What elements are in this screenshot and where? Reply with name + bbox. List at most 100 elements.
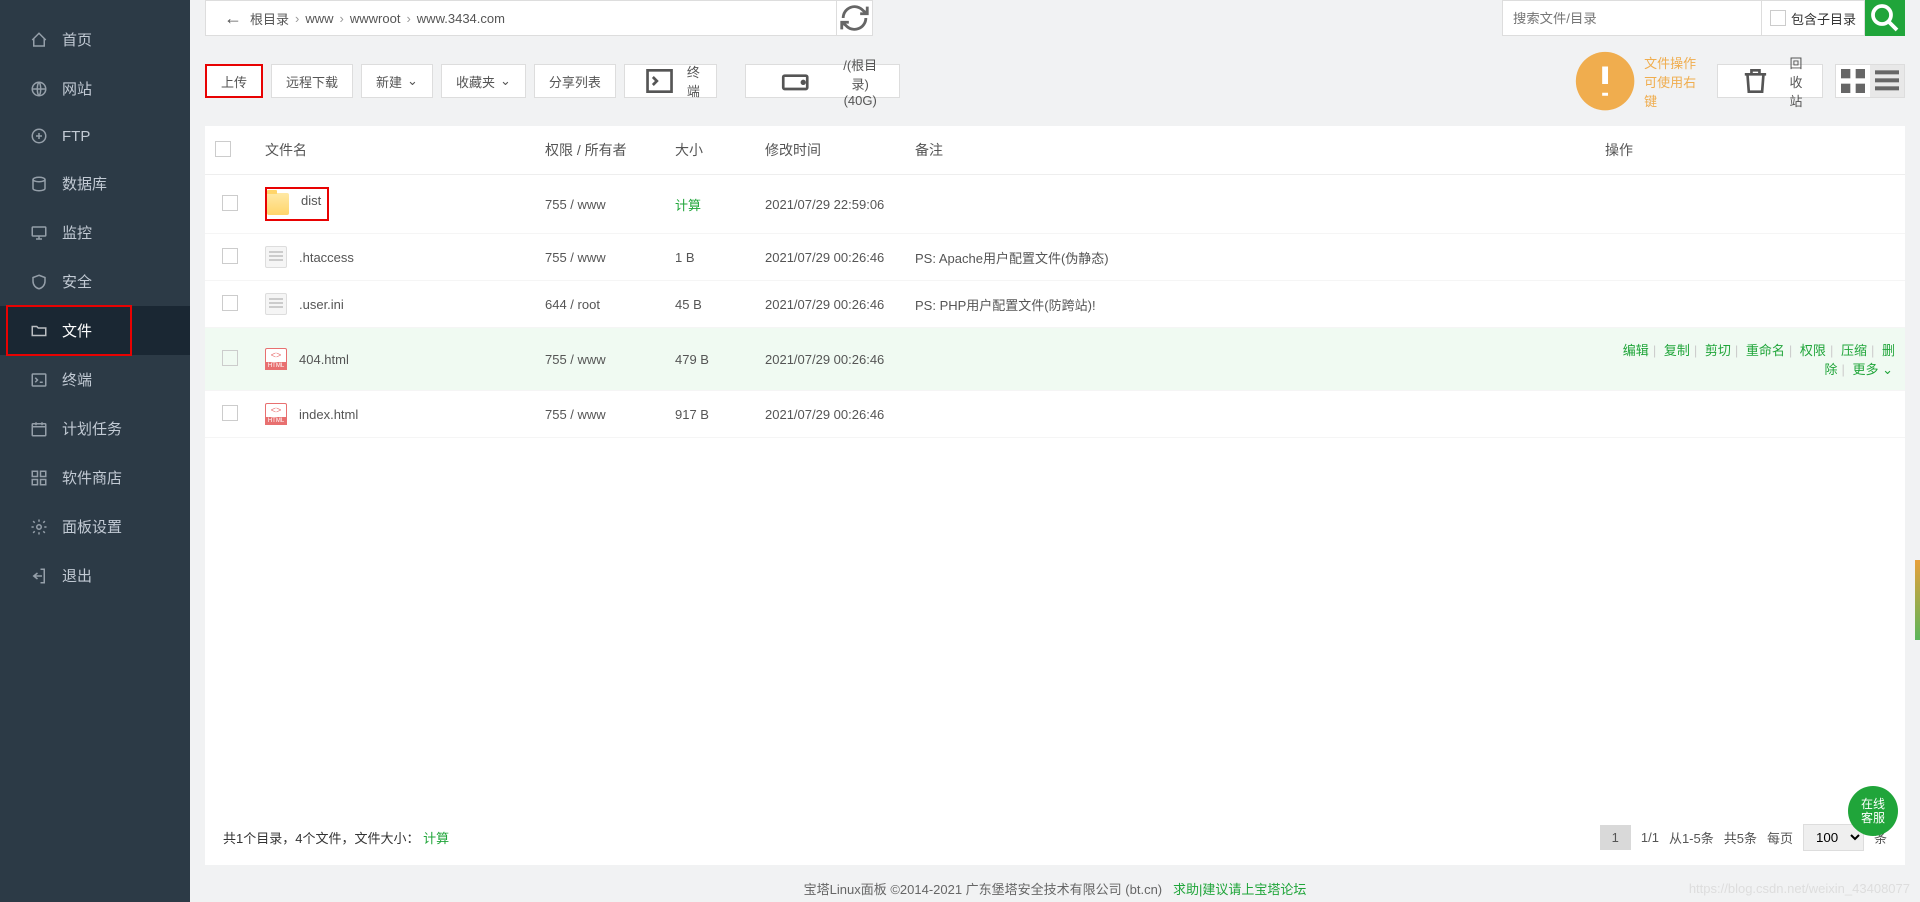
chevron-right-icon: › <box>400 11 416 26</box>
html-icon <box>265 403 287 425</box>
chevron-down-icon: ⌄ <box>500 73 511 89</box>
checkbox-icon <box>1770 10 1786 26</box>
sidebar-item-appstore[interactable]: 软件商店 <box>0 453 190 502</box>
sidebar-item-home[interactable]: 首页 <box>0 15 190 64</box>
sidebar-item-label: 文件 <box>62 320 92 341</box>
table-row[interactable]: index.html 755 / www 917 B 2021/07/29 00… <box>205 391 1905 438</box>
row-ops: 编辑| 复制| 剪切| 重命名| 权限| 压缩| 删除| 更多 ⌄ <box>1605 340 1895 378</box>
row-checkbox[interactable] <box>222 350 238 366</box>
sidebar-item-monitor[interactable]: 监控 <box>0 208 190 257</box>
file-name: 404.html <box>299 352 349 367</box>
col-header-permission[interactable]: 权限 / 所有者 <box>535 126 665 175</box>
mtime-cell: 2021/07/29 00:26:46 <box>755 328 905 391</box>
remark-cell: PS: Apache用户配置文件(伪静态) <box>905 234 1595 281</box>
sidebar-item-label: 软件商店 <box>62 467 122 488</box>
ftp-icon <box>30 127 48 145</box>
search-button[interactable] <box>1865 0 1905 36</box>
database-icon <box>30 175 48 193</box>
online-support-button[interactable]: 在线 客服 <box>1848 786 1898 836</box>
page-current[interactable]: 1 <box>1600 825 1631 850</box>
sidebar-item-label: 首页 <box>62 29 92 50</box>
size-cell: 917 B <box>665 391 755 438</box>
recycle-bin-button[interactable]: 回收站 <box>1717 64 1823 98</box>
refresh-button[interactable] <box>837 0 873 36</box>
breadcrumb-bar: ← 根目录 › www › wwwroot › www.3434.com 包含子… <box>190 0 1920 46</box>
sidebar-item-database[interactable]: 数据库 <box>0 159 190 208</box>
page-count: 共5条 <box>1724 828 1757 847</box>
search-wrap: 包含子目录 <box>1502 0 1905 36</box>
sidebar-item-files[interactable]: 文件 <box>0 306 190 355</box>
grid-view-button[interactable] <box>1836 65 1870 97</box>
logout-icon <box>30 567 48 585</box>
sidebar-item-label: 面板设置 <box>62 516 122 537</box>
row-checkbox[interactable] <box>222 295 238 311</box>
mtime-cell: 2021/07/29 22:59:06 <box>755 175 905 234</box>
calculate-size-link[interactable]: 计算 <box>423 831 449 846</box>
sidebar-item-settings[interactable]: 面板设置 <box>0 502 190 551</box>
table-row[interactable]: .user.ini 644 / root 45 B 2021/07/29 00:… <box>205 281 1905 328</box>
sidebar-item-security[interactable]: 安全 <box>0 257 190 306</box>
sidebar-item-cron[interactable]: 计划任务 <box>0 404 190 453</box>
col-header-mtime[interactable]: 修改时间 <box>755 126 905 175</box>
row-checkbox[interactable] <box>222 405 238 421</box>
sidebar-item-terminal[interactable]: 终端 <box>0 355 190 404</box>
row-checkbox[interactable] <box>222 248 238 264</box>
sidebar-item-logout[interactable]: 退出 <box>0 551 190 600</box>
edit-link[interactable]: 编辑 <box>1621 343 1651 358</box>
row-checkbox[interactable] <box>222 195 238 211</box>
terminal-button[interactable]: 终端 <box>624 64 717 98</box>
col-header-filename[interactable]: 文件名 <box>255 126 535 175</box>
search-input[interactable] <box>1502 0 1762 36</box>
sidebar-item-website[interactable]: 网站 <box>0 64 190 113</box>
table-row[interactable]: .htaccess 755 / www 1 B 2021/07/29 00:26… <box>205 234 1905 281</box>
html-icon <box>265 348 287 370</box>
col-header-size[interactable]: 大小 <box>665 126 755 175</box>
compress-link[interactable]: 压缩 <box>1839 343 1869 358</box>
page-total: 1/1 <box>1641 830 1659 845</box>
mtime-cell: 2021/07/29 00:26:46 <box>755 281 905 328</box>
more-link[interactable]: 更多 ⌄ <box>1850 362 1895 377</box>
perm-cell: 755 / www <box>535 391 665 438</box>
breadcrumb-item[interactable]: 根目录 <box>250 9 289 28</box>
upload-button[interactable]: 上传 <box>205 64 263 98</box>
back-button[interactable]: ← <box>216 8 250 29</box>
new-button[interactable]: 新建 ⌄ <box>361 64 433 98</box>
remote-download-button[interactable]: 远程下载 <box>271 64 353 98</box>
file-name: index.html <box>299 407 358 422</box>
page-range: 从1-5条 <box>1669 828 1714 847</box>
chevron-right-icon: › <box>334 11 350 26</box>
list-view-button[interactable] <box>1870 65 1904 97</box>
select-all-checkbox[interactable] <box>215 141 231 157</box>
file-name: .user.ini <box>299 297 344 312</box>
text-icon <box>265 246 287 268</box>
sidebar-item-label: 数据库 <box>62 173 107 194</box>
globe-icon <box>30 80 48 98</box>
breadcrumb: ← 根目录 › www › wwwroot › www.3434.com <box>205 0 837 36</box>
size-cell: 计算 <box>665 175 755 234</box>
cut-link[interactable]: 剪切 <box>1703 343 1733 358</box>
help-link[interactable]: 求助|建议请上宝塔论坛 <box>1173 882 1306 897</box>
breadcrumb-item[interactable]: www <box>305 11 333 26</box>
breadcrumb-item[interactable]: www.3434.com <box>417 11 505 26</box>
perm-cell: 644 / root <box>535 281 665 328</box>
watermark: https://blog.csdn.net/weixin_43408077 <box>1689 881 1910 896</box>
perm-link[interactable]: 权限 <box>1798 343 1828 358</box>
perm-cell: 755 / www <box>535 234 665 281</box>
share-list-button[interactable]: 分享列表 <box>534 64 616 98</box>
disk-button[interactable]: /(根目录) (40G) <box>745 64 900 98</box>
copy-link[interactable]: 复制 <box>1662 343 1692 358</box>
sidebar-item-ftp[interactable]: FTP <box>0 113 190 159</box>
rename-link[interactable]: 重命名 <box>1744 343 1787 358</box>
remark-cell <box>905 175 1595 234</box>
calculate-link[interactable]: 计算 <box>675 198 701 213</box>
table-row[interactable]: 404.html 755 / www 479 B 2021/07/29 00:2… <box>205 328 1905 391</box>
breadcrumb-item[interactable]: wwwroot <box>350 11 401 26</box>
table-row[interactable]: dist 755 / www 计算 2021/07/29 22:59:06 <box>205 175 1905 234</box>
favorites-button[interactable]: 收藏夹 ⌄ <box>441 64 526 98</box>
folder-icon <box>267 193 289 215</box>
view-toggle <box>1835 64 1905 98</box>
sidebar-item-label: 安全 <box>62 271 92 292</box>
include-subdirs-checkbox[interactable]: 包含子目录 <box>1762 0 1865 36</box>
size-cell: 1 B <box>665 234 755 281</box>
sidebar: 首页 网站 FTP 数据库 监控 安全 文件 终端 <box>0 0 190 902</box>
